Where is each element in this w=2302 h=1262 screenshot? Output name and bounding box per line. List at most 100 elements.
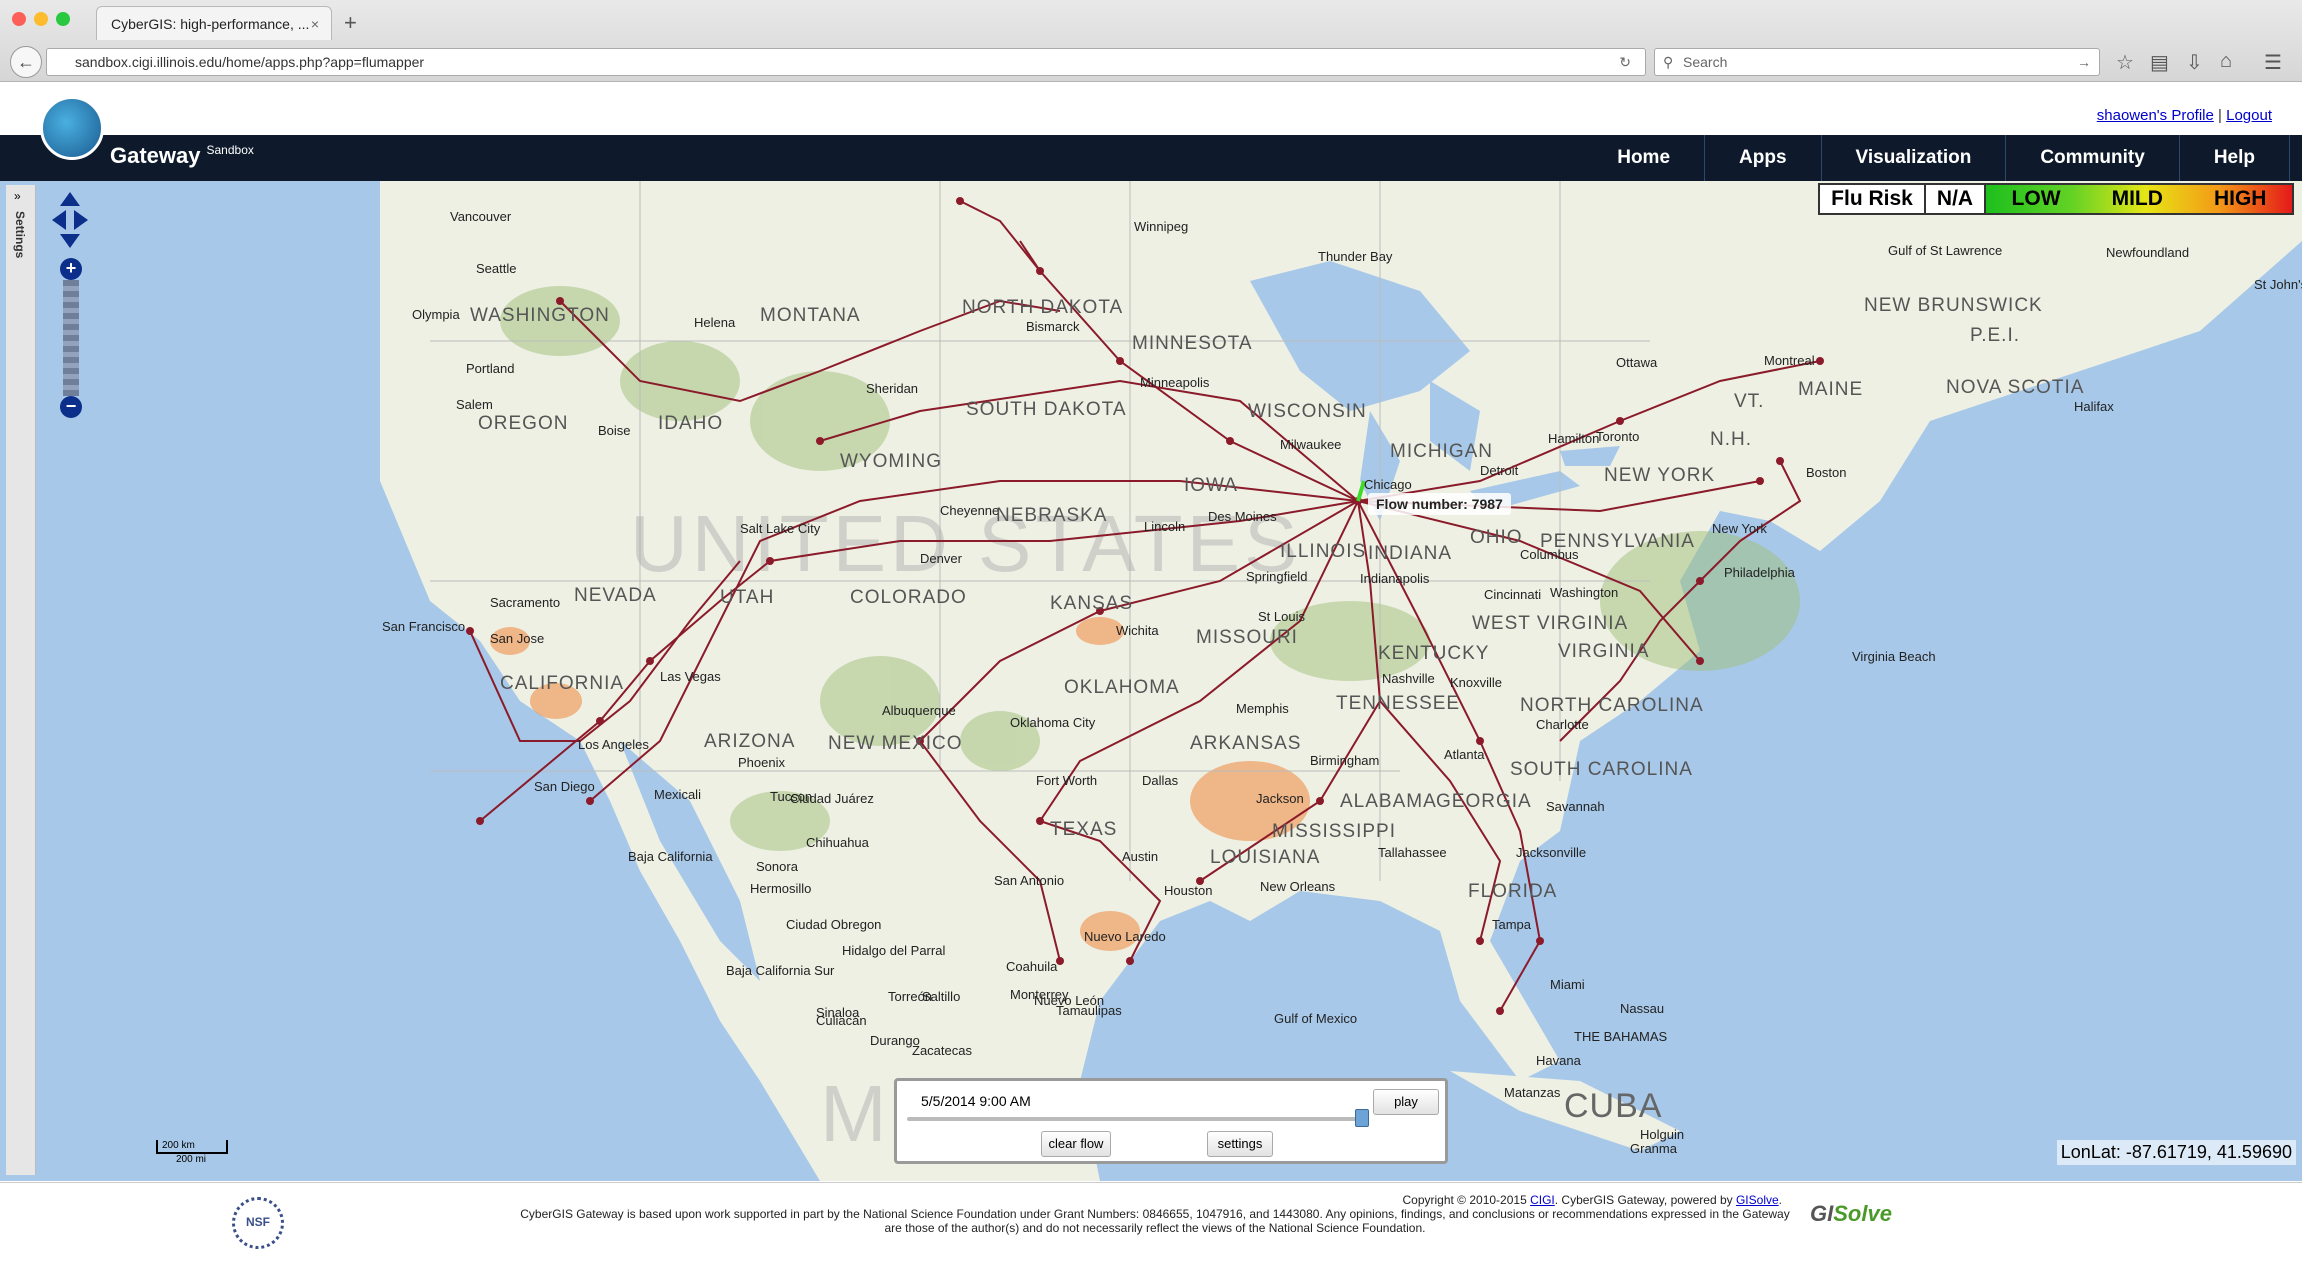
- zoom-out-button[interactable]: −: [60, 396, 82, 418]
- sidebar-label: Settings: [13, 211, 27, 259]
- place-label: San Antonio: [994, 873, 1064, 888]
- place-label: Coahuila: [1006, 959, 1058, 974]
- state-label: FLORIDA: [1468, 881, 1557, 902]
- place-label: Sonora: [756, 859, 799, 874]
- minimize-window-icon[interactable]: [34, 12, 48, 26]
- brand-subtitle: Sandbox: [206, 143, 254, 157]
- place-label: Hidalgo del Parral: [842, 943, 945, 958]
- copyright-mid: . CyberGIS Gateway, powered by: [1554, 1193, 1733, 1207]
- bookmark-star-icon[interactable]: ☆: [2116, 50, 2134, 75]
- state-label: TEXAS: [1050, 819, 1117, 840]
- legend-na: N/A: [1926, 185, 1986, 213]
- place-label: Olympia: [412, 307, 460, 322]
- state-label: PENNSYLVANIA: [1540, 531, 1695, 552]
- menu-icon[interactable]: ☰: [2264, 50, 2282, 75]
- place-label: Savannah: [1546, 799, 1605, 814]
- place-label: Lincoln: [1144, 519, 1185, 534]
- search-input[interactable]: ⚲ Search →: [1654, 48, 2100, 76]
- brand[interactable]: Gateway Sandbox: [110, 143, 254, 169]
- logout-link[interactable]: Logout: [2226, 107, 2272, 124]
- cigi-link[interactable]: CIGI: [1530, 1193, 1555, 1207]
- state-label: WYOMING: [840, 451, 942, 472]
- zoom-in-button[interactable]: +: [60, 258, 82, 280]
- time-slider-track[interactable]: [907, 1117, 1367, 1121]
- legend-gradient: LOW MILD HIGH: [1986, 185, 2292, 213]
- gisolve-logo: GISolve: [1810, 1201, 1892, 1227]
- nav-community[interactable]: Community: [2006, 135, 2180, 181]
- scale-km: 200 km: [156, 1140, 228, 1154]
- back-button[interactable]: ←: [10, 46, 42, 78]
- nav-help[interactable]: Help: [2180, 135, 2290, 181]
- nav-visualization[interactable]: Visualization: [1822, 135, 2007, 181]
- time-slider-thumb[interactable]: [1355, 1109, 1370, 1127]
- pan-up-icon[interactable]: [60, 192, 80, 206]
- place-label: San Jose: [490, 631, 544, 646]
- place-label: Boston: [1806, 465, 1846, 480]
- expand-sidebar-icon[interactable]: »: [14, 189, 21, 203]
- place-label: Sheridan: [866, 381, 918, 396]
- reading-list-icon[interactable]: ▤: [2150, 50, 2169, 75]
- maximize-window-icon[interactable]: [56, 12, 70, 26]
- settings-sidebar[interactable]: » Settings: [6, 185, 36, 1175]
- place-label: Winnipeg: [1134, 219, 1188, 234]
- state-label: SOUTH DAKOTA: [966, 399, 1127, 420]
- place-label: Nassau: [1620, 1001, 1664, 1016]
- pan-left-icon[interactable]: [52, 210, 66, 230]
- place-label: San Francisco: [382, 619, 465, 634]
- profile-link[interactable]: shaowen's Profile: [2097, 107, 2214, 124]
- pan-down-icon[interactable]: [60, 234, 80, 248]
- home-icon[interactable]: ⌂: [2220, 50, 2232, 73]
- search-placeholder: Search: [1683, 54, 1728, 70]
- nav-home[interactable]: Home: [1583, 135, 1706, 181]
- user-bar: shaowen's Profile | Logout: [0, 83, 2302, 135]
- place-label: Sinaloa: [816, 1005, 860, 1020]
- nav-apps[interactable]: Apps: [1705, 135, 1822, 181]
- place-label: Charlotte: [1536, 717, 1589, 732]
- footer-copyright: Copyright © 2010-2015 CIGI. CyberGIS Gat…: [1402, 1193, 1782, 1207]
- close-window-icon[interactable]: [12, 12, 26, 26]
- browser-tab[interactable]: CyberGIS: high-performance, ... ×: [96, 6, 332, 40]
- state-label: NEW MEXICO: [828, 733, 963, 754]
- url-input[interactable]: sandbox.cigi.illinois.edu/home/apps.php?…: [46, 48, 1646, 76]
- pan-control[interactable]: [52, 192, 88, 248]
- place-label: Indianapolis: [1360, 571, 1430, 586]
- settings-button[interactable]: settings: [1207, 1131, 1273, 1157]
- play-button[interactable]: play: [1373, 1089, 1439, 1115]
- reload-icon[interactable]: ↻: [1619, 49, 1631, 75]
- cybergis-logo[interactable]: [40, 96, 104, 160]
- state-label: COLORADO: [850, 587, 967, 608]
- place-label: Fort Worth: [1036, 773, 1097, 788]
- place-label: Gulf of Mexico: [1274, 1011, 1357, 1026]
- gisolve-link[interactable]: GISolve: [1736, 1193, 1779, 1207]
- place-label: Milwaukee: [1280, 437, 1341, 452]
- place-label: Birmingham: [1310, 753, 1379, 768]
- zoom-slider[interactable]: [63, 280, 79, 396]
- place-label: Los Angeles: [578, 737, 649, 752]
- footer: NSF Copyright © 2010-2015 CIGI. CyberGIS…: [0, 1182, 2302, 1262]
- pan-right-icon[interactable]: [74, 210, 88, 230]
- place-label: Tamaulipas: [1056, 1003, 1122, 1018]
- new-tab-button[interactable]: +: [344, 10, 357, 36]
- place-label: Newfoundland: [2106, 245, 2189, 260]
- state-label: KANSAS: [1050, 593, 1133, 614]
- place-label: Saltillo: [922, 989, 960, 1004]
- scale-mi: 200 mi: [176, 1154, 207, 1165]
- search-go-icon[interactable]: →: [2077, 49, 2091, 75]
- map-canvas[interactable]: UNITED STATES MEXICO VancouverS: [0, 181, 2302, 1181]
- place-label: Wichita: [1116, 623, 1159, 638]
- place-label: Nashville: [1382, 671, 1435, 686]
- clear-flow-button[interactable]: clear flow: [1041, 1131, 1111, 1157]
- place-label: Granma: [1630, 1141, 1678, 1156]
- state-label: MONTANA: [760, 305, 861, 326]
- url-text: sandbox.cigi.illinois.edu/home/apps.php?…: [75, 54, 425, 70]
- state-label: CALIFORNIA: [500, 673, 624, 694]
- download-icon[interactable]: ⇩: [2186, 50, 2203, 75]
- tab-close-icon[interactable]: ×: [311, 7, 319, 41]
- place-label: THE BAHAMAS: [1574, 1029, 1668, 1044]
- place-label: St Louis: [1258, 609, 1305, 624]
- nsf-logo: NSF: [232, 1197, 284, 1249]
- place-label: Albuquerque: [882, 703, 956, 718]
- place-label: Baja California: [628, 849, 713, 864]
- place-label: Thunder Bay: [1318, 249, 1393, 264]
- brand-title: Gateway: [110, 143, 201, 168]
